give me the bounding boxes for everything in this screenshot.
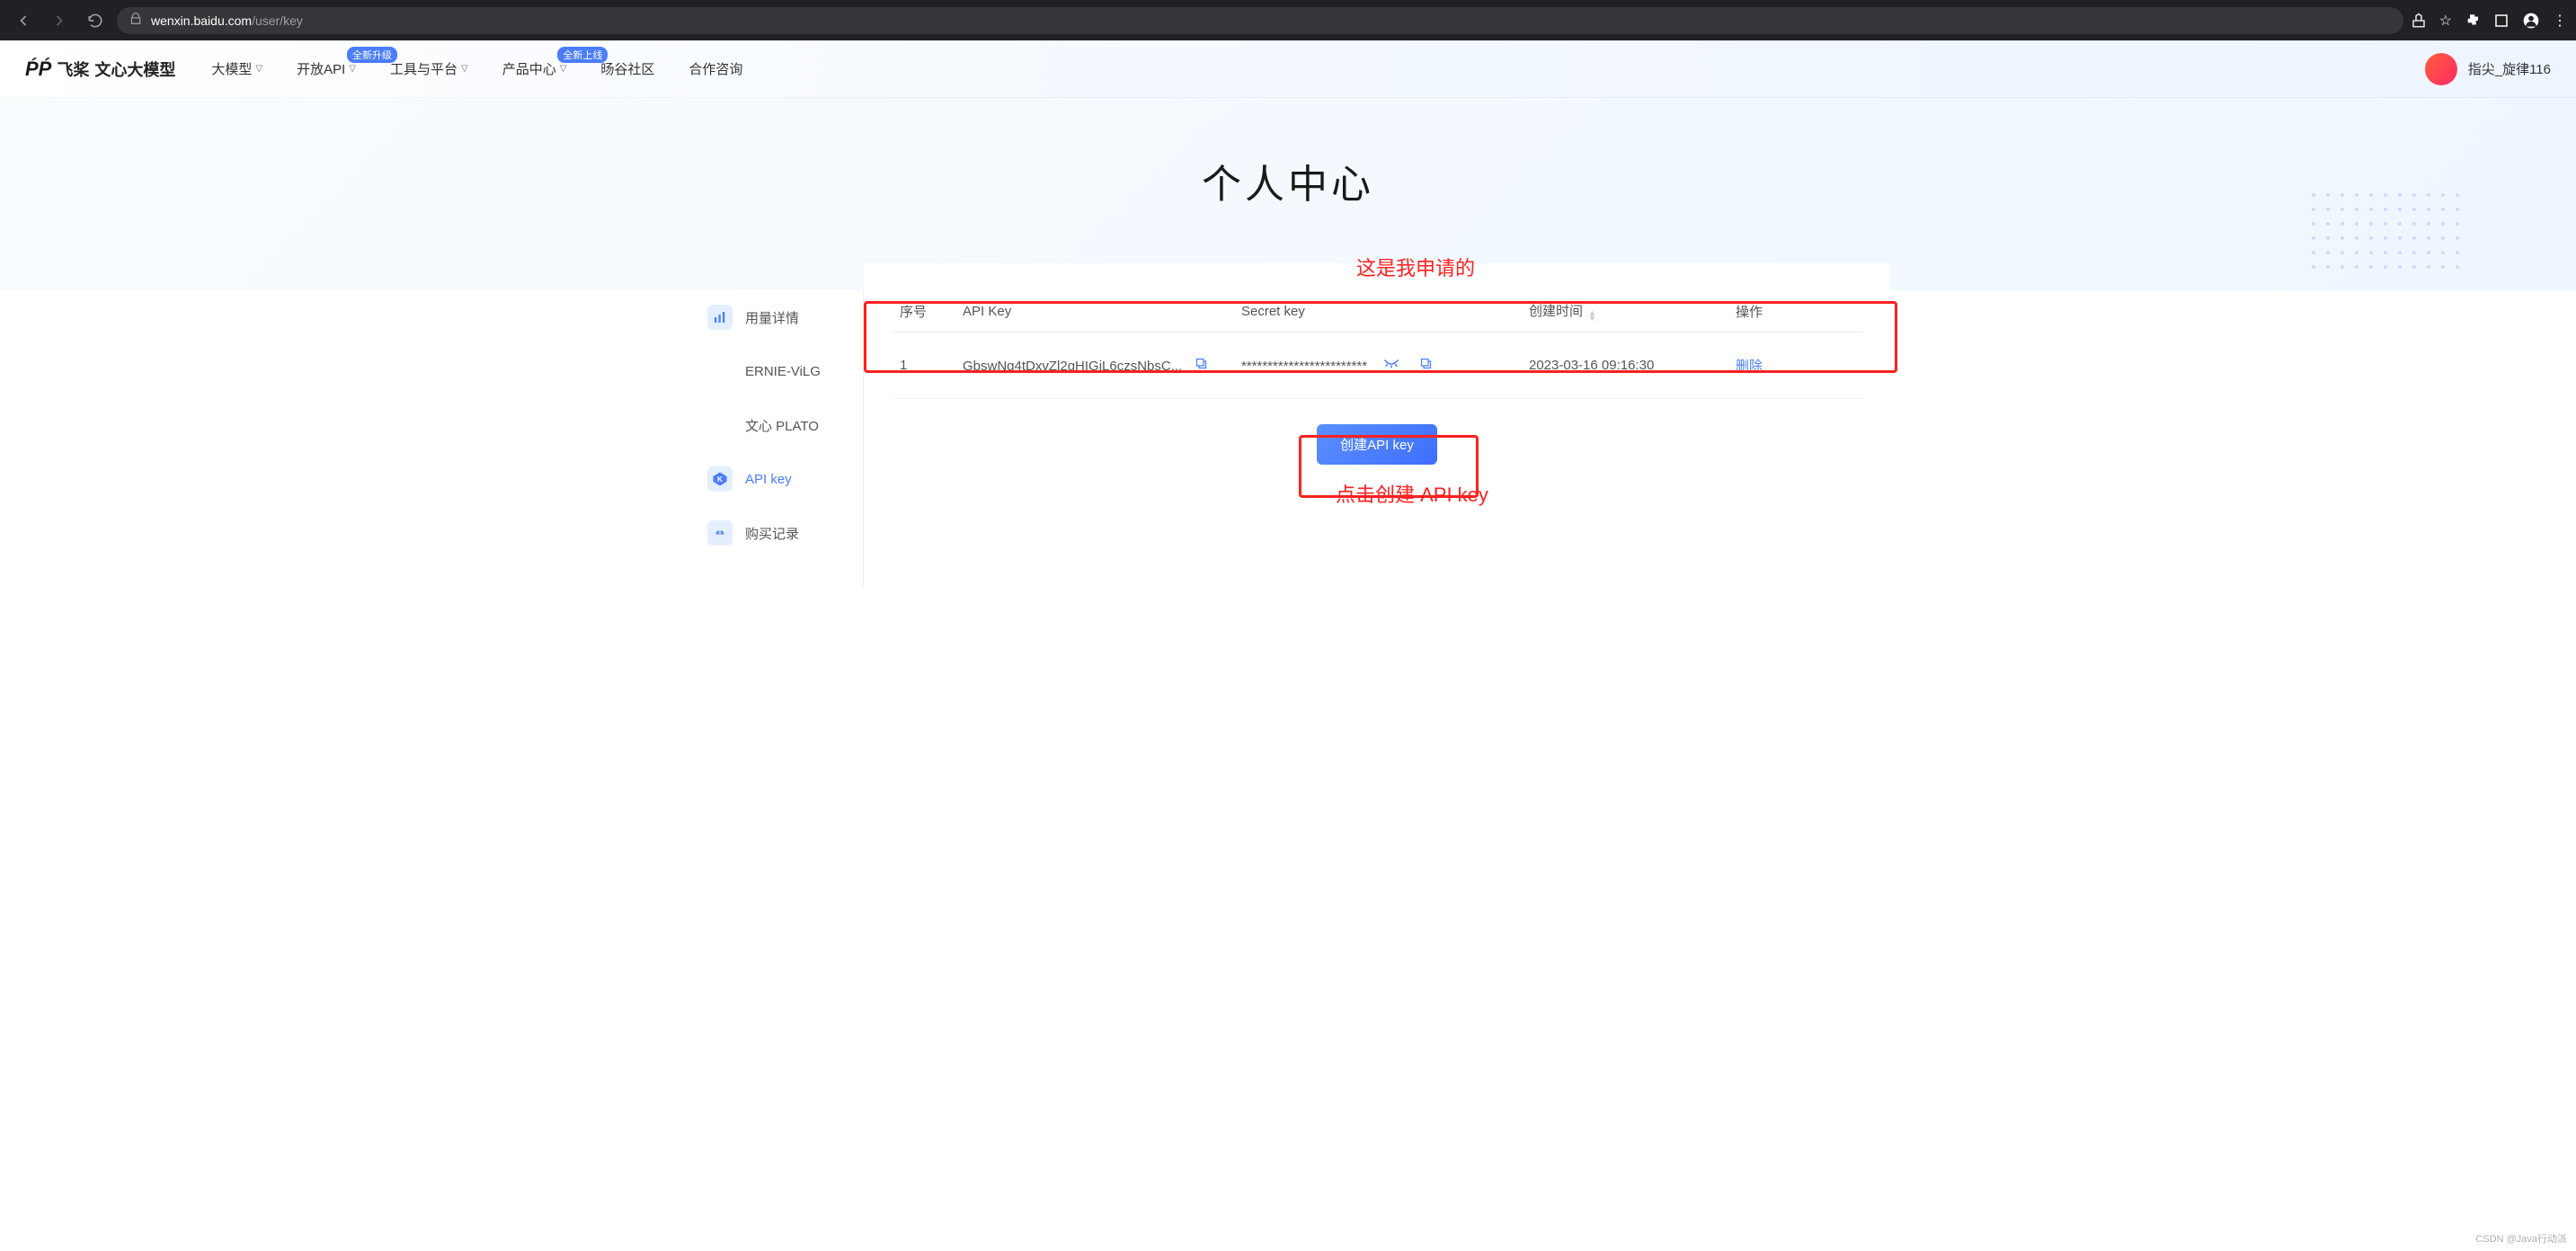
logo-mark: ṔṔ	[25, 58, 51, 81]
nav-item-community[interactable]: 旸谷社区	[600, 59, 654, 78]
th-created[interactable]: 创建时间▲▼	[1520, 290, 1727, 333]
url-bar[interactable]: wenxin.baidu.com/user/key	[117, 7, 2403, 34]
chevron-down-icon: ▽	[461, 64, 468, 74]
cell-seq: 1	[891, 333, 954, 399]
user-area[interactable]: 指尖_旋律116	[2425, 53, 2551, 85]
nav-item-product[interactable]: 产品中心▽全新上线	[502, 59, 567, 78]
eye-icon[interactable]	[1383, 359, 1399, 374]
sidebar-item-label: 用量详情	[745, 308, 799, 327]
table-row: 1 GbswNg4tDxvZl2gHIGjL6czsNbsC... ******…	[891, 333, 1863, 399]
top-nav: ṔṔ 飞桨 文心大模型 大模型▽ 开放API▽全新升级 工具与平台▽ 产品中心▽…	[0, 40, 2576, 98]
avatar	[2425, 53, 2457, 85]
sidebar: 用量详情 ERNIE-ViLG 文心 PLATO K API key ¥ 购买记…	[686, 263, 864, 587]
sidebar-item-plato[interactable]: 文心 PLATO	[686, 398, 863, 452]
delete-button[interactable]: 删除	[1736, 359, 1763, 374]
svg-text:K: K	[717, 475, 723, 484]
purchase-icon: ¥	[707, 520, 733, 546]
logo[interactable]: ṔṔ 飞桨 文心大模型	[25, 58, 175, 81]
sort-icon: ▲▼	[1588, 310, 1596, 321]
browser-chrome: wenxin.baidu.com/user/key ☆ ⋮	[0, 0, 2576, 40]
annotation-bottom: 点击创建 API key	[1336, 479, 1488, 508]
bookmark-icon[interactable]: ☆	[2439, 12, 2452, 30]
menu-icon[interactable]: ⋮	[2553, 12, 2567, 30]
usage-icon	[707, 305, 733, 330]
nav-item-tools[interactable]: 工具与平台▽	[390, 59, 468, 78]
main-panel: 这是我申请的 序号 API Key Secret key 创建时间▲▼ 操作 1…	[864, 263, 1890, 587]
nav-item-coop[interactable]: 合作咨询	[688, 59, 742, 78]
blank-icon	[707, 359, 733, 384]
chevron-down-icon: ▽	[349, 64, 356, 74]
lock-icon	[129, 13, 142, 28]
nav-item-api[interactable]: 开放API▽全新升级	[297, 59, 356, 78]
sidebar-item-label: 文心 PLATO	[745, 416, 819, 435]
content: 用量详情 ERNIE-ViLG 文心 PLATO K API key ¥ 购买记…	[668, 263, 1908, 587]
create-api-key-button[interactable]: 创建API key	[1317, 424, 1437, 465]
forward-button[interactable]	[45, 6, 74, 35]
sidebar-item-label: 购买记录	[745, 524, 799, 543]
reload-button[interactable]	[81, 6, 110, 35]
share-icon[interactable]	[2411, 13, 2427, 29]
url-domain: wenxin.baidu.com	[151, 13, 252, 28]
logo-text2: 文心大模型	[94, 58, 175, 81]
dots-decoration	[2306, 188, 2468, 278]
key-icon: K	[707, 466, 733, 492]
nav-item-model[interactable]: 大模型▽	[211, 59, 262, 78]
back-button[interactable]	[9, 6, 38, 35]
chevron-down-icon: ▽	[255, 64, 262, 74]
sidebar-item-ernie[interactable]: ERNIE-ViLG	[686, 344, 863, 398]
th-action: 操作	[1727, 290, 1863, 333]
sidebar-item-label: API key	[745, 472, 792, 487]
cell-secret: ************************	[1232, 333, 1520, 399]
window-icon[interactable]	[2493, 13, 2509, 29]
logo-text1: 飞桨	[57, 58, 89, 81]
hero: 个人中心	[0, 98, 2576, 290]
th-secret: Secret key	[1232, 290, 1520, 333]
extensions-icon[interactable]	[2465, 13, 2481, 29]
watermark: CSDN @Java行动派	[2475, 1231, 2567, 1246]
copy-icon[interactable]	[1195, 359, 1208, 374]
username: 指尖_旋律116	[2468, 59, 2551, 78]
sidebar-item-apikey[interactable]: K API key	[686, 452, 863, 506]
th-seq: 序号	[891, 290, 954, 333]
sidebar-item-label: ERNIE-ViLG	[745, 364, 821, 379]
th-apikey: API Key	[954, 290, 1232, 333]
nav-items: 大模型▽ 开放API▽全新升级 工具与平台▽ 产品中心▽全新上线 旸谷社区 合作…	[211, 59, 742, 78]
copy-icon[interactable]	[1419, 359, 1433, 374]
sidebar-item-usage[interactable]: 用量详情	[686, 290, 863, 344]
url-path: /user/key	[252, 13, 303, 28]
blank-icon	[707, 413, 733, 438]
cell-created: 2023-03-16 09:16:30	[1520, 333, 1727, 399]
profile-icon[interactable]	[2522, 12, 2540, 30]
cell-apikey: GbswNg4tDxvZl2gHIGjL6czsNbsC...	[954, 333, 1232, 399]
page-title: 个人中心	[0, 152, 2576, 209]
sidebar-item-purchase[interactable]: ¥ 购买记录	[686, 506, 863, 560]
api-key-table: 序号 API Key Secret key 创建时间▲▼ 操作 1 GbswNg…	[891, 290, 1863, 399]
chevron-down-icon: ▽	[560, 64, 567, 74]
